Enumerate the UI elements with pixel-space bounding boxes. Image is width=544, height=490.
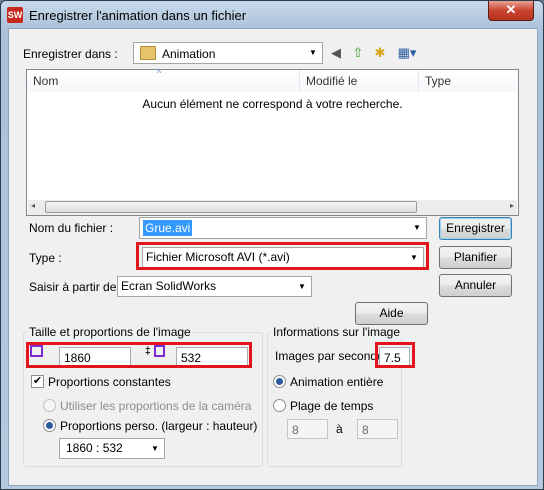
filename-label: Nom du fichier : (29, 221, 114, 235)
size-highlight-box (26, 342, 252, 368)
save-in-label: Enregistrer dans : (23, 47, 118, 61)
capture-source-dropdown[interactable]: Ecran SolidWorks ▼ (117, 276, 312, 297)
fps-highlight-box (375, 342, 415, 368)
capture-source-value: Ecran SolidWorks (121, 279, 217, 293)
range-end-value: 8 (362, 423, 369, 437)
view-menu-icon[interactable]: ▦▾ (395, 44, 419, 62)
whole-animation-radio[interactable] (273, 375, 286, 388)
camera-ratio-label: Utiliser les proportions de la caméra (60, 399, 252, 413)
scrollbar-thumb[interactable] (45, 201, 417, 213)
horizontal-scrollbar[interactable]: ◂ ▸ (28, 200, 517, 215)
range-end-input[interactable]: 8 (357, 419, 398, 439)
dialog-body: Enregistrer dans : Animation ▼ ◀ ⇧ ✱ ▦▾ … (8, 28, 538, 486)
image-info-group-title: Informations sur l'image (271, 325, 403, 339)
solidworks-app-icon: SW (7, 7, 23, 23)
filename-field[interactable]: Grue.avi ▼ (139, 217, 427, 239)
save-button[interactable]: Enregistrer (439, 217, 512, 240)
close-button[interactable]: ✕ (488, 1, 534, 21)
custom-ratio-value: 1860 : 532 (66, 441, 123, 455)
new-folder-icon[interactable]: ✱ (371, 44, 389, 62)
window-title: Enregistrer l'animation dans un fichier (29, 8, 247, 23)
chevron-down-icon[interactable]: ▼ (410, 220, 424, 235)
scroll-right-icon[interactable]: ▸ (510, 201, 514, 210)
title-bar[interactable]: SW Enregistrer l'animation dans un fichi… (1, 1, 543, 29)
chevron-down-icon[interactable]: ▼ (148, 441, 162, 456)
up-folder-icon[interactable]: ⇧ (349, 44, 367, 62)
keep-ratio-label: Proportions constantes (48, 375, 171, 389)
range-start-input[interactable]: 8 (287, 419, 328, 439)
time-range-label: Plage de temps (290, 399, 374, 413)
save-in-dropdown[interactable]: Animation ▼ (133, 42, 323, 64)
column-header-type[interactable]: Type (419, 70, 518, 92)
type-label: Type : (29, 251, 62, 265)
back-icon[interactable]: ◀ (327, 44, 345, 62)
image-size-group-title: Taille et proportions de l'image (27, 325, 193, 339)
chevron-down-icon[interactable]: ▼ (306, 45, 320, 60)
column-header-modified[interactable]: Modifié le (300, 70, 419, 92)
capture-from-label: Saisir à partir de: (29, 280, 120, 294)
range-start-value: 8 (292, 423, 299, 437)
schedule-button[interactable]: Planifier (439, 246, 512, 269)
cancel-button[interactable]: Annuler (439, 274, 512, 297)
fps-label: Images par seconde (275, 349, 384, 363)
help-button[interactable]: Aide (355, 302, 428, 325)
file-list[interactable]: Nom ^ Modifié le Type Aucun élément ne c… (26, 68, 519, 216)
folder-icon (140, 46, 156, 60)
chevron-down-icon[interactable]: ▼ (295, 279, 309, 294)
scroll-left-icon[interactable]: ◂ (31, 201, 35, 210)
save-in-value: Animation (162, 47, 216, 61)
sort-ascending-icon: ^ (157, 68, 162, 78)
camera-ratio-radio[interactable] (43, 399, 56, 412)
custom-ratio-dropdown[interactable]: 1860 : 532 ▼ (59, 438, 165, 459)
custom-ratio-radio[interactable] (43, 419, 56, 432)
type-highlight-box (136, 242, 429, 270)
keep-ratio-checkbox[interactable]: ✔ (31, 375, 44, 388)
filename-value[interactable]: Grue.avi (143, 220, 193, 236)
time-range-radio[interactable] (273, 399, 286, 412)
column-header-name[interactable]: Nom (27, 70, 300, 92)
range-separator: à (336, 422, 343, 436)
empty-list-message: Aucun élément ne correspond à votre rech… (142, 97, 403, 111)
custom-ratio-label: Proportions perso. (largeur : hauteur) (60, 419, 258, 433)
save-animation-dialog: SW Enregistrer l'animation dans un fichi… (0, 0, 544, 490)
whole-animation-label: Animation entière (290, 375, 384, 389)
